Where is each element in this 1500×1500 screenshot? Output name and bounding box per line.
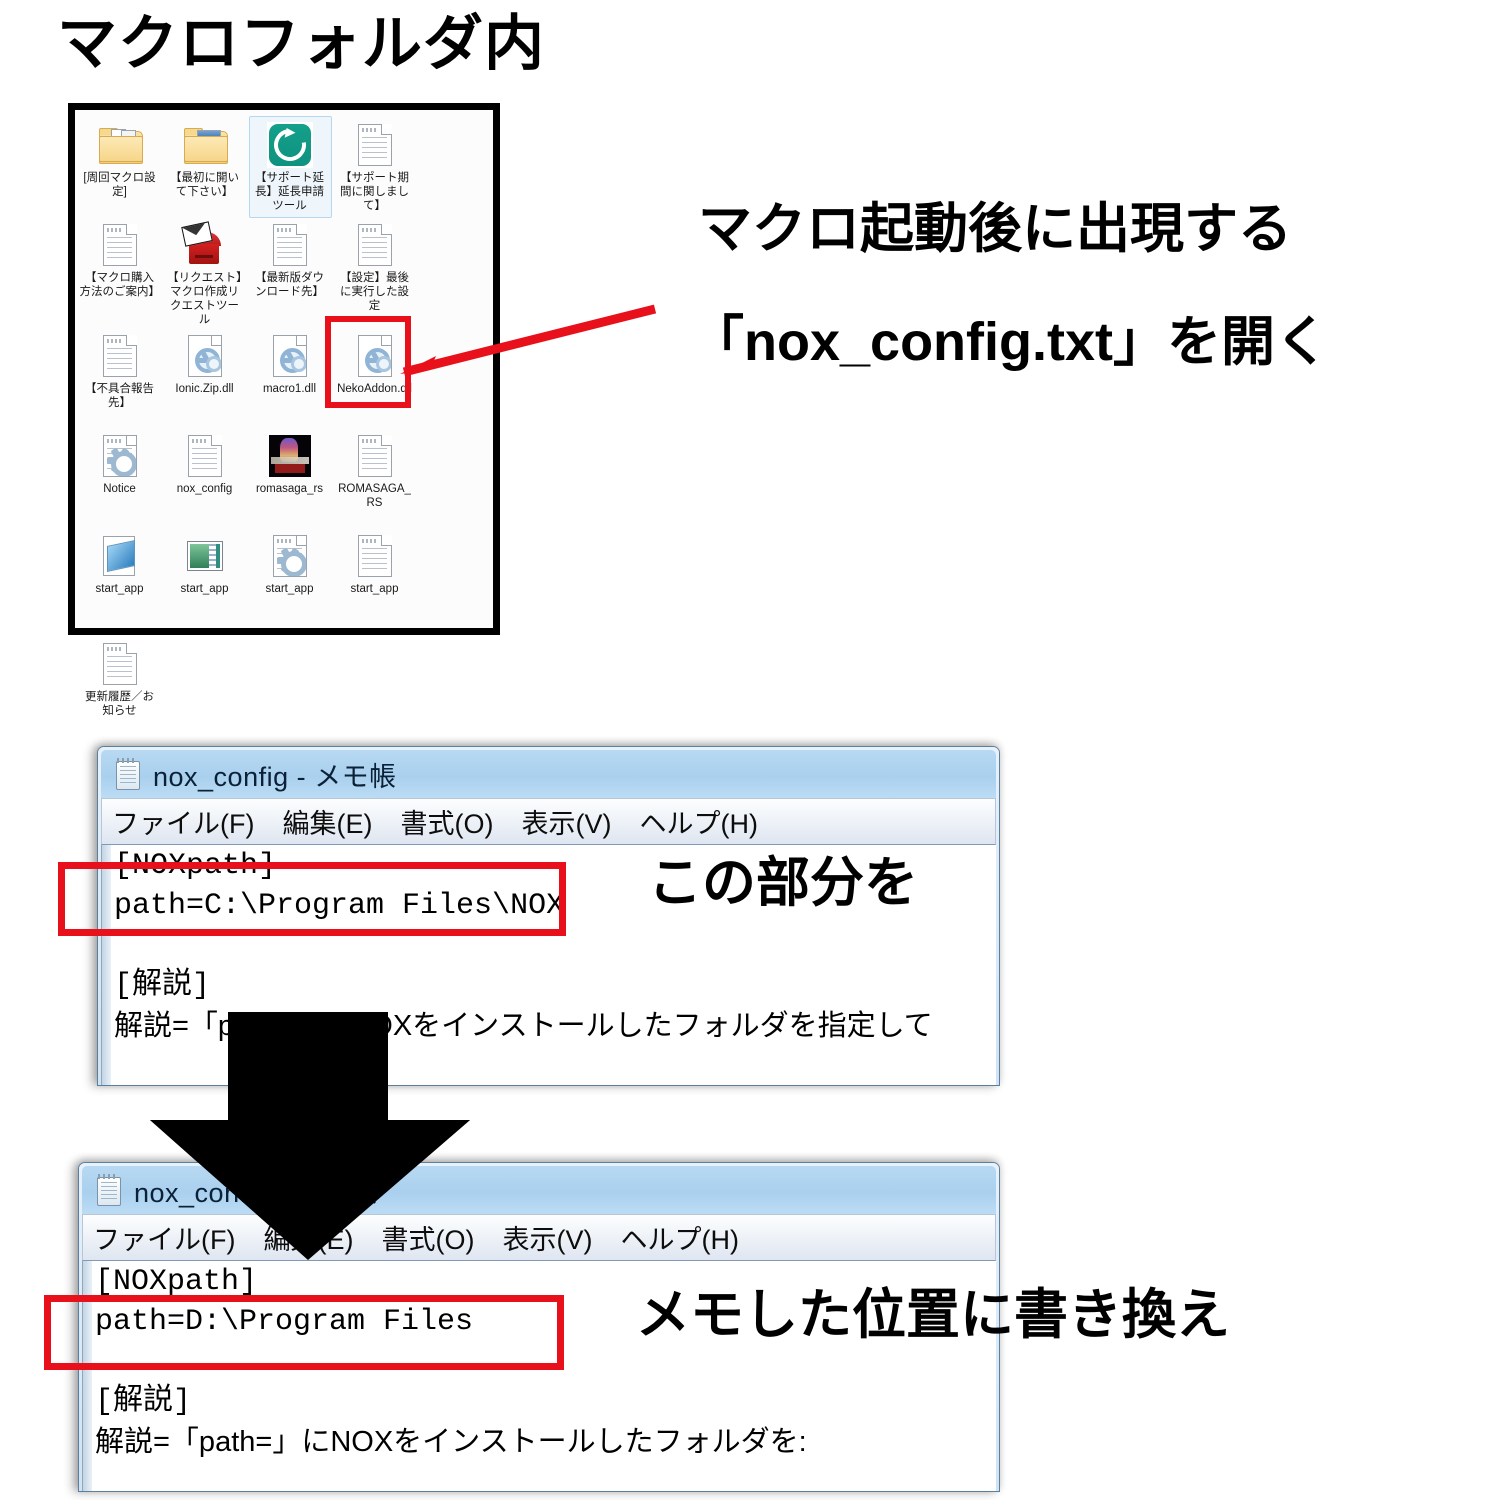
list-item-label: Ionic.Zip.dll xyxy=(175,383,234,396)
text-line: [解説] xyxy=(114,968,211,1003)
text-document-icon xyxy=(352,222,398,268)
game-thumbnail-icon xyxy=(267,433,313,479)
callout-after-label: メモした位置に書き換え xyxy=(636,1285,1230,1345)
list-item[interactable]: start_app xyxy=(332,527,417,627)
list-item-label: nox_config xyxy=(176,483,233,496)
list-item[interactable]: 更新履歴／お知らせ xyxy=(77,635,162,735)
list-item[interactable]: 【最初に開いて下さい】 xyxy=(162,116,247,216)
callout-before-label: この部分を xyxy=(648,853,918,913)
list-item-label: 【最初に開いて下さい】 xyxy=(170,172,239,199)
list-item-label: 【マクロ購入方法のご案内】 xyxy=(79,272,161,299)
list-item[interactable]: Ionic.Zip.dll xyxy=(162,327,247,427)
callout-line-2: 「nox_config.txt」を開く xyxy=(690,312,1330,372)
menu-item-file[interactable]: ファイル(F) xyxy=(93,1218,235,1257)
notepad-menu-bar: ファイル(F) 編集(E) 書式(O) 表示(V) ヘルプ(H) xyxy=(101,798,996,845)
gear-document-icon xyxy=(267,533,313,579)
list-item-label: 【最新版ダウンロード先】 xyxy=(255,272,324,299)
list-item-label: start_app xyxy=(180,583,229,596)
list-item-label: macro1.dll xyxy=(262,383,317,396)
menu-item-view[interactable]: 表示(V) xyxy=(521,802,611,841)
gear-document-icon xyxy=(97,433,143,479)
list-item[interactable]: start_app xyxy=(162,527,247,627)
list-item[interactable]: romasaga_rs xyxy=(247,427,332,527)
path-highlight-box-before xyxy=(58,862,566,936)
dll-gear-document-icon xyxy=(182,333,228,379)
text-document-icon xyxy=(352,122,398,168)
text-document-icon xyxy=(97,222,143,268)
path-highlight-box-after xyxy=(44,1295,564,1370)
list-item[interactable]: [周回マクロ設定] xyxy=(77,116,162,216)
list-item[interactable]: start_app xyxy=(77,527,162,627)
menu-item-help[interactable]: ヘルプ(H) xyxy=(639,802,757,841)
list-item-label: start_app xyxy=(350,583,399,596)
text-line: 解説=「path=」にNOXをインストールしたフォルダを: xyxy=(95,1425,807,1458)
folder-with-image-icon xyxy=(182,122,228,168)
red-pointer-arrow xyxy=(400,304,657,377)
menu-item-file[interactable]: ファイル(F) xyxy=(112,802,254,841)
menu-item-view[interactable]: 表示(V) xyxy=(502,1218,592,1257)
menu-item-help[interactable]: ヘルプ(H) xyxy=(620,1218,738,1257)
list-item[interactable]: 【サポート期間に関しまして】 xyxy=(332,116,417,216)
list-item-nox-config[interactable]: nox_config xyxy=(162,427,247,527)
list-item-label: 【サポート期間に関しまして】 xyxy=(340,172,409,213)
notepad-title-bar: nox_config - メモ帳 xyxy=(101,750,996,798)
menu-item-format[interactable]: 書式(O) xyxy=(400,802,493,841)
list-item[interactable]: start_app xyxy=(247,527,332,627)
list-item[interactable]: macro1.dll xyxy=(247,327,332,427)
text-document-icon xyxy=(352,533,398,579)
menu-item-edit[interactable]: 編集(E) xyxy=(263,1218,353,1257)
text-line: [解説] xyxy=(95,1384,192,1419)
text-document-icon xyxy=(182,433,228,479)
list-item-label: 【リクエスト】マクロ作成リクエストツール xyxy=(167,272,242,327)
list-item-label: 【サポート延長】延長申請ツール xyxy=(255,172,324,213)
notepad-menu-bar: ファイル(F) 編集(E) 書式(O) 表示(V) ヘルプ(H) xyxy=(82,1214,996,1261)
page-title: マクロフォルダ内 xyxy=(57,10,545,77)
list-item[interactable]: 【サポート延長】延長申請ツール xyxy=(247,116,332,218)
list-item-label: [周回マクロ設定] xyxy=(83,172,156,199)
notepad-icon xyxy=(114,758,142,790)
list-item-label: 【不具合報告先】 xyxy=(85,383,154,410)
list-item-label: start_app xyxy=(265,583,314,596)
blue-book-document-icon xyxy=(97,533,143,579)
list-item[interactable]: 【リクエスト】マクロ作成リクエストツール xyxy=(162,216,247,327)
list-item[interactable]: ROMASAGA_RS xyxy=(332,427,417,527)
program-window-icon xyxy=(182,533,228,579)
list-item-label: Notice xyxy=(103,483,136,496)
list-item-label: 更新履歴／お知らせ xyxy=(85,691,154,718)
notepad-icon xyxy=(95,1174,123,1206)
menu-item-edit[interactable]: 編集(E) xyxy=(282,802,372,841)
callout-line-1: マクロ起動後に出現する xyxy=(698,199,1292,259)
text-document-icon xyxy=(352,433,398,479)
notepad-title-bar: nox_config - メモ帳 xyxy=(82,1166,996,1214)
text-document-icon xyxy=(97,641,143,687)
list-item[interactable]: 【マクロ購入方法のご案内】 xyxy=(77,216,162,327)
menu-item-format[interactable]: 書式(O) xyxy=(381,1218,474,1257)
list-item-label: start_app xyxy=(95,583,144,596)
text-document-icon xyxy=(267,222,313,268)
window-title: nox_config - メモ帳 xyxy=(134,1177,378,1208)
folder-icon xyxy=(97,122,143,168)
list-item[interactable]: Notice xyxy=(77,427,162,527)
nox-config-highlight-box xyxy=(325,316,411,408)
list-item[interactable]: 【不具合報告先】 xyxy=(77,327,162,427)
list-item[interactable]: 【最新版ダウンロード先】 xyxy=(247,216,332,327)
mailbox-icon xyxy=(180,221,228,268)
support-extension-app-icon xyxy=(266,122,313,168)
list-item-label: ROMASAGA_RS xyxy=(338,483,411,510)
window-title: nox_config - メモ帳 xyxy=(153,761,397,792)
dll-gear-document-icon xyxy=(267,333,313,379)
list-item-label: romasaga_rs xyxy=(255,483,324,496)
text-document-icon xyxy=(97,333,143,379)
